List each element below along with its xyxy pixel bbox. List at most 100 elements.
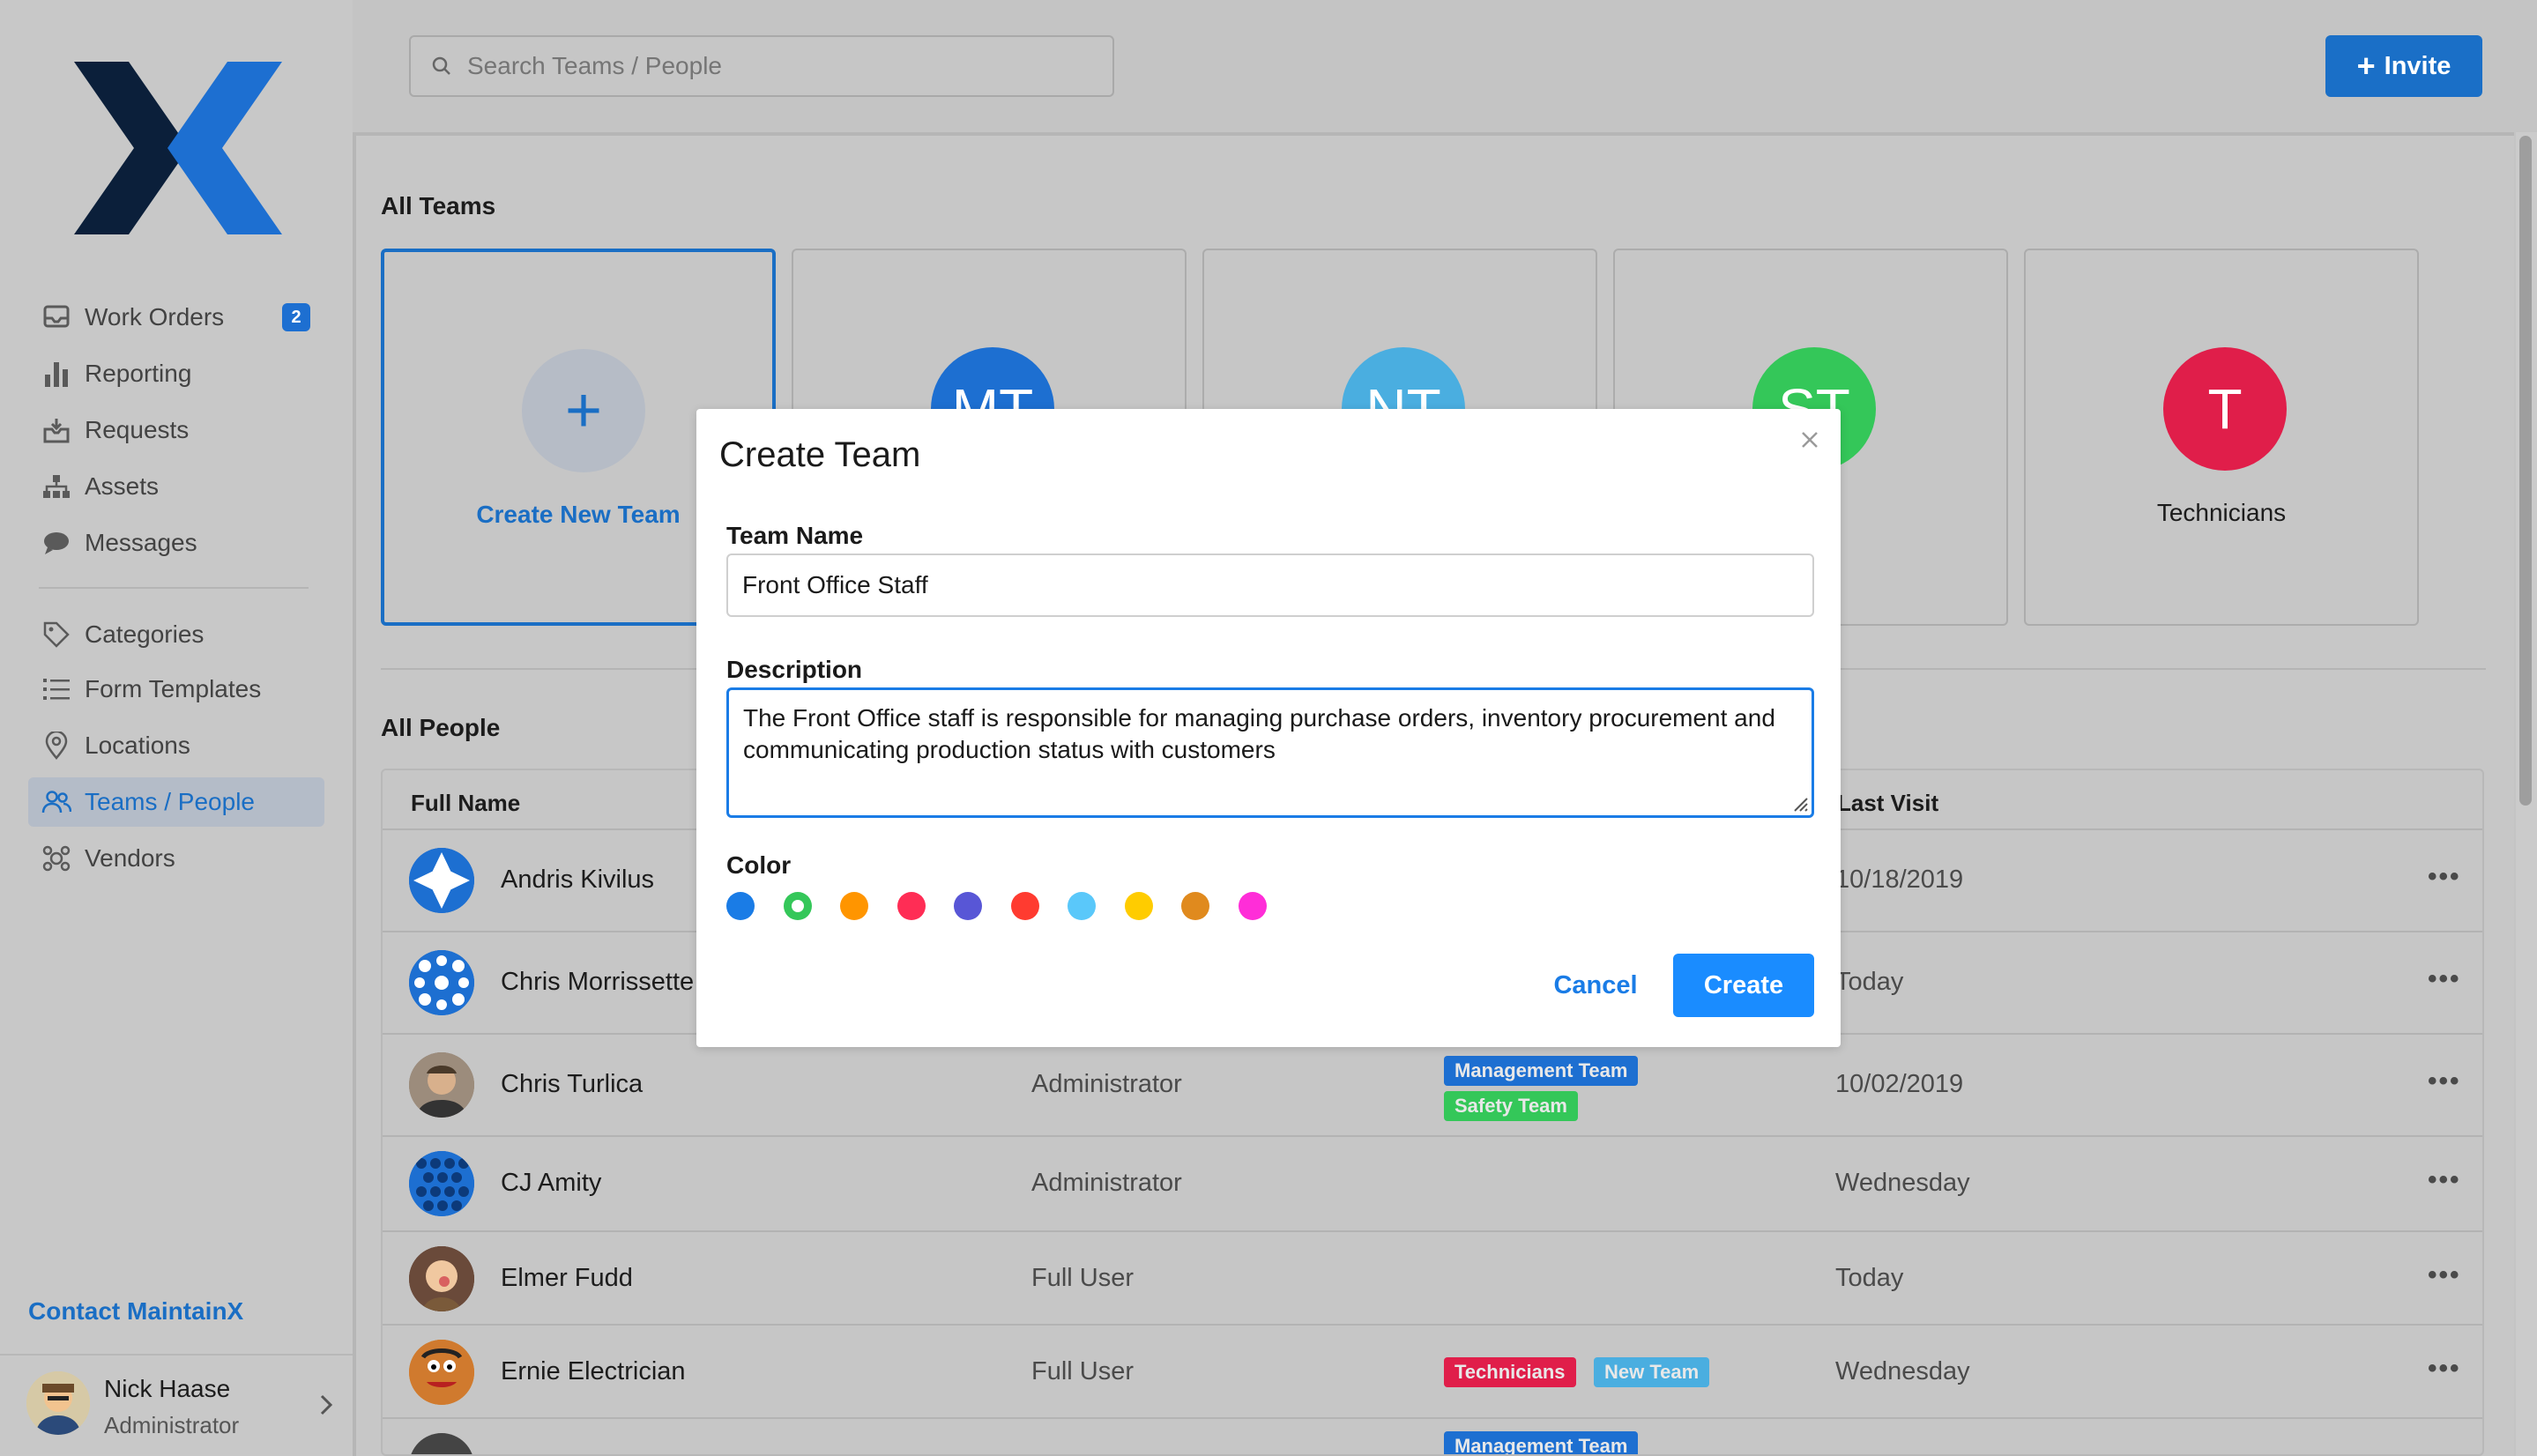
close-icon[interactable] bbox=[1797, 427, 1823, 453]
color-swatch[interactable] bbox=[954, 892, 982, 920]
team-tag[interactable]: Safety Team bbox=[1444, 1091, 1578, 1121]
last-visit: Today bbox=[1835, 1264, 1904, 1292]
table-row[interactable]: CJ Amity Administrator Wednesday ••• bbox=[383, 1135, 2482, 1230]
team-name-label: Team Name bbox=[726, 522, 864, 549]
color-swatch[interactable] bbox=[726, 892, 755, 920]
avatar[interactable] bbox=[26, 1371, 90, 1435]
person-role: Administrator bbox=[1031, 1169, 1182, 1197]
sidebar-item-label: Locations bbox=[85, 732, 190, 759]
team-tag[interactable]: Management Team bbox=[1444, 1056, 1639, 1086]
table-row[interactable]: Chris Turlica Administrator Management T… bbox=[383, 1033, 2482, 1135]
color-swatch[interactable] bbox=[783, 892, 812, 920]
avatar bbox=[409, 1151, 474, 1216]
team-tag[interactable]: Technicians bbox=[1444, 1357, 1576, 1387]
hierarchy-icon bbox=[39, 469, 74, 504]
sidebar-item-label: Work Orders bbox=[85, 303, 225, 331]
table-row[interactable]: Ernie Electrician Full User Technicians … bbox=[383, 1324, 2482, 1417]
person-name: Ernie Electrician bbox=[501, 1357, 686, 1385]
people-section-title: All People bbox=[381, 714, 501, 741]
avatar bbox=[409, 848, 474, 913]
more-options-icon[interactable]: ••• bbox=[2428, 1165, 2461, 1195]
sidebar-item-reporting[interactable]: Reporting bbox=[28, 349, 324, 398]
inbox-icon bbox=[39, 300, 74, 335]
sidebar-item-label: Form Templates bbox=[85, 675, 262, 702]
user-name[interactable]: Nick Haase bbox=[104, 1375, 230, 1403]
color-swatch[interactable] bbox=[840, 892, 868, 920]
resize-grip-icon[interactable] bbox=[1789, 793, 1809, 813]
color-swatch[interactable] bbox=[1010, 892, 1039, 920]
team-name-input[interactable] bbox=[726, 553, 1814, 617]
sidebar: Work Orders 2 Reporting Requests Assets … bbox=[0, 0, 353, 1456]
tag-icon bbox=[39, 617, 74, 652]
search-input[interactable] bbox=[467, 52, 1084, 80]
sidebar-item-categories[interactable]: Categories bbox=[28, 610, 324, 659]
color-swatch[interactable] bbox=[1181, 892, 1209, 920]
search-bar[interactable] bbox=[409, 35, 1114, 97]
person-name: CJ Amity bbox=[501, 1169, 602, 1197]
more-options-icon[interactable]: ••• bbox=[2428, 862, 2461, 892]
sidebar-item-label: Messages bbox=[85, 529, 197, 556]
people-icon bbox=[39, 784, 74, 820]
sidebar-item-work-orders[interactable]: Work Orders 2 bbox=[28, 293, 324, 342]
sidebar-item-label: Requests bbox=[85, 416, 190, 443]
color-swatch[interactable] bbox=[1238, 892, 1267, 920]
person-name: Andris Kivilus bbox=[501, 865, 655, 894]
sidebar-item-label: Categories bbox=[85, 620, 205, 648]
vendors-icon bbox=[39, 841, 74, 876]
tray-icon bbox=[39, 412, 74, 448]
person-name: Chris Turlica bbox=[501, 1070, 644, 1098]
invite-button[interactable]: + Invite bbox=[2325, 35, 2482, 97]
contact-link[interactable]: Contact MaintainX bbox=[28, 1297, 243, 1326]
last-visit: Today bbox=[1835, 968, 1904, 996]
person-name: Chris Morrissette bbox=[501, 968, 695, 996]
more-options-icon[interactable]: ••• bbox=[2428, 964, 2461, 994]
create-button[interactable]: Create bbox=[1673, 954, 1814, 1017]
color-swatch[interactable] bbox=[897, 892, 926, 920]
avatar bbox=[409, 1246, 474, 1311]
sidebar-item-assets[interactable]: Assets bbox=[28, 462, 324, 511]
person-role: Full User bbox=[1031, 1357, 1135, 1385]
team-tag[interactable]: New Team bbox=[1594, 1357, 1710, 1387]
team-card[interactable]: T Technicians bbox=[2024, 249, 2419, 626]
scrollbar-thumb[interactable] bbox=[2519, 136, 2532, 806]
team-avatar: T bbox=[2163, 347, 2287, 471]
sidebar-item-vendors[interactable]: Vendors bbox=[28, 834, 324, 883]
chevron-right-icon[interactable] bbox=[314, 1393, 339, 1417]
cancel-button[interactable]: Cancel bbox=[1530, 954, 1661, 1017]
scrollbar[interactable] bbox=[2516, 132, 2537, 1456]
teams-section-title: All Teams bbox=[381, 192, 496, 219]
sidebar-item-label: Vendors bbox=[85, 844, 175, 872]
avatar bbox=[409, 1433, 474, 1454]
team-tag[interactable]: Management Team bbox=[1444, 1431, 1639, 1454]
last-visit: Wednesday bbox=[1835, 1169, 1970, 1197]
sidebar-item-requests[interactable]: Requests bbox=[28, 405, 324, 455]
more-options-icon[interactable]: ••• bbox=[2428, 1066, 2461, 1096]
last-visit: Wednesday bbox=[1835, 1357, 1970, 1385]
description-label: Description bbox=[726, 656, 863, 683]
color-label: Color bbox=[726, 851, 792, 879]
maintainx-logo[interactable] bbox=[74, 62, 282, 234]
color-swatch[interactable] bbox=[1124, 892, 1153, 920]
table-row[interactable]: Management Team bbox=[383, 1417, 2482, 1454]
more-options-icon[interactable]: ••• bbox=[2428, 1354, 2461, 1384]
sidebar-item-locations[interactable]: Locations bbox=[28, 721, 324, 770]
column-header-name[interactable]: Full Name bbox=[411, 790, 520, 817]
more-options-icon[interactable]: ••• bbox=[2428, 1260, 2461, 1290]
sidebar-item-label: Reporting bbox=[85, 360, 192, 387]
person-role: Full User bbox=[1031, 1264, 1135, 1292]
chat-icon bbox=[39, 525, 74, 561]
team-label: Technicians bbox=[2156, 499, 2287, 526]
sidebar-item-label: Teams / People bbox=[85, 788, 255, 815]
create-team-modal: Create Team Team Name Description The Fr… bbox=[696, 409, 1841, 1047]
color-swatch[interactable] bbox=[1068, 892, 1096, 920]
sidebar-item-messages[interactable]: Messages bbox=[28, 518, 324, 568]
work-orders-badge: 2 bbox=[282, 303, 310, 331]
person-name: Elmer Fudd bbox=[501, 1264, 633, 1292]
column-header-last-visit[interactable]: Last Visit bbox=[1837, 790, 1938, 817]
description-textarea[interactable]: The Front Office staff is responsible fo… bbox=[726, 687, 1814, 818]
avatar bbox=[409, 1052, 474, 1118]
sidebar-item-form-templates[interactable]: Form Templates bbox=[28, 665, 324, 714]
list-icon bbox=[39, 672, 74, 707]
table-row[interactable]: Elmer Fudd Full User Today ••• bbox=[383, 1230, 2482, 1324]
sidebar-item-teams-people[interactable]: Teams / People bbox=[28, 777, 324, 827]
